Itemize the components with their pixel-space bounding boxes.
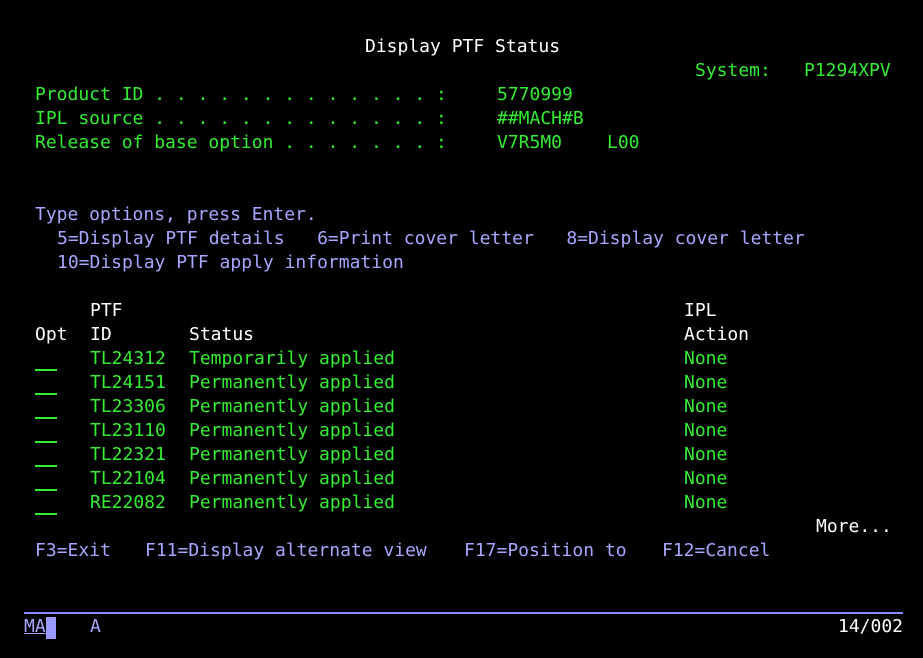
ptf-status: Temporarily applied [189,348,395,369]
ipl-action: None [684,492,728,513]
ptf-id: TL23110 [90,420,166,441]
option-input[interactable] [35,393,57,395]
f11-alternate-view-key[interactable]: F11=Display alternate view [145,539,427,563]
release-label: Release of base option . . . . . . . : [35,132,447,153]
status-bar-divider [24,612,903,614]
ipl-action: None [684,396,728,417]
ipl-action: None [684,468,728,489]
ptf-id: RE22082 [90,492,166,513]
product-id-value: 5770999 [497,84,573,105]
col-opt-header: Opt [35,324,68,345]
screen-title: Display PTF Status [365,36,561,57]
ptf-id: TL22321 [90,444,166,465]
ptf-status: Permanently applied [189,468,395,489]
ptf-id: TL22104 [90,468,166,489]
col-ptf-header-top: PTF [90,300,123,321]
ipl-source-value: ##MACH#B [497,108,584,129]
system-label: System: [695,60,771,81]
message-indicator: MA [24,616,46,637]
ipl-action: None [684,444,728,465]
system-name: P1294XPV [804,60,891,81]
col-ptf-header-bottom: ID [90,324,112,345]
session-mode: A [90,616,101,637]
option-input[interactable] [35,441,57,443]
option-input[interactable] [35,417,57,419]
ptf-status: Permanently applied [189,492,395,513]
f17-position-to-key[interactable]: F17=Position to [464,539,627,563]
cursor-position: 14/002 [838,616,904,637]
ipl-action: None [684,348,728,369]
release-level: L00 [607,132,640,153]
ipl-source-label: IPL source . . . . . . . . . . . . . : [35,108,447,129]
option-input[interactable] [35,465,57,467]
ptf-status: Permanently applied [189,444,395,465]
ptf-status: Permanently applied [189,420,395,441]
col-ipl-header-top: IPL [684,300,717,321]
ipl-action: None [684,420,728,441]
instructions-header: Type options, press Enter. [35,204,317,225]
options-line-1: 5=Display PTF details 6=Print cover lett… [57,228,805,249]
col-ipl-header-bottom: Action [684,324,750,345]
more-indicator: More... [816,516,892,537]
ptf-id: TL24312 [90,348,166,369]
options-line-2: 10=Display PTF apply information [57,252,404,273]
ipl-action: None [684,372,728,393]
ptf-status: Permanently applied [189,396,395,417]
ptf-status: Permanently applied [189,372,395,393]
f12-cancel-key[interactable]: F12=Cancel [662,539,770,563]
ptf-id: TL23306 [90,396,166,417]
col-status-header: Status [189,324,255,345]
option-input[interactable] [35,513,57,515]
text-cursor [46,617,56,639]
product-id-label: Product ID . . . . . . . . . . . . . : [35,84,447,105]
option-input[interactable] [35,369,57,371]
release-value: V7R5M0 [497,132,563,153]
option-input[interactable] [35,489,57,491]
f3-exit-key[interactable]: F3=Exit [35,539,111,563]
ptf-id: TL24151 [90,372,166,393]
